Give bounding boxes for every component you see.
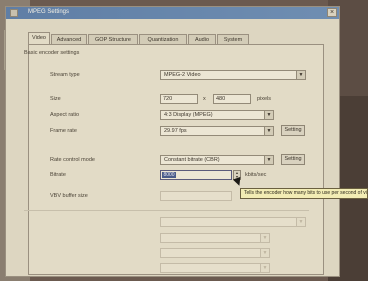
section-title: Basic encoder settings [24, 50, 80, 56]
tab-system[interactable]: System [217, 34, 249, 44]
vbv-buffer-label: VBV buffer size [50, 193, 88, 199]
frame-rate-select[interactable]: 29.97 fps ▼ [160, 126, 274, 136]
bitrate-input[interactable]: 8000 [160, 170, 232, 180]
aspect-ratio-select[interactable]: 4:3 Display (MPEG) ▼ [160, 110, 274, 120]
tab-quantization[interactable]: Quantization [139, 34, 187, 44]
height-field[interactable]: 480 [213, 94, 251, 104]
chevron-down-icon: ▼ [260, 264, 269, 272]
disabled-select[interactable]: ▼ [160, 217, 306, 227]
disabled-select[interactable]: ▼ [160, 263, 270, 273]
close-button[interactable]: × [327, 8, 337, 17]
chevron-down-icon: ▼ [264, 111, 273, 119]
rate-control-label: Rate control mode [50, 157, 95, 163]
rate-control-select[interactable]: Constant bitrate (CBR) ▼ [160, 155, 274, 165]
size-separator: x [203, 96, 206, 102]
rate-control-setting-button[interactable]: Setting [281, 154, 305, 165]
stream-type-value: MPEG-2 Video [164, 72, 201, 78]
chevron-down-icon: ▼ [296, 71, 305, 79]
chevron-down-icon: ▼ [260, 234, 269, 242]
aspect-ratio-label: Aspect ratio [50, 112, 80, 118]
disabled-select[interactable]: ▼ [160, 233, 270, 243]
chevron-down-icon: ▼ [260, 249, 269, 257]
chevron-down-icon: ▼ [264, 156, 273, 164]
size-label: Size [50, 96, 61, 102]
chevron-down-icon: ▼ [264, 127, 273, 135]
size-unit: pixels [257, 96, 272, 102]
section-divider [24, 210, 309, 211]
tab-audio[interactable]: Audio [188, 34, 216, 44]
frame-rate-label: Frame rate [50, 128, 77, 134]
frame-rate-setting-button[interactable]: Setting [281, 125, 305, 136]
bitrate-label: Bitrate [50, 172, 66, 178]
bitrate-value: 8000 [162, 172, 176, 178]
app-icon [10, 9, 18, 17]
width-field[interactable]: 720 [160, 94, 198, 104]
window-title: MPEG Settings [28, 9, 70, 15]
vbv-buffer-field[interactable] [160, 191, 232, 201]
aspect-ratio-value: 4:3 Display (MPEG) [164, 112, 213, 118]
tab-gop-structure[interactable]: GOP Structure [88, 34, 138, 44]
stream-type-label: Stream type [50, 72, 80, 78]
chevron-down-icon: ▼ [296, 218, 305, 226]
tab-advanced[interactable]: Advanced [51, 34, 87, 44]
disabled-select[interactable]: ▼ [160, 248, 270, 258]
title-bar[interactable]: MPEG Settings × [6, 7, 339, 19]
bitrate-tooltip: Tells the encoder how many bits to use p… [240, 188, 368, 199]
frame-rate-value: 29.97 fps [164, 128, 187, 134]
stream-type-select[interactable]: MPEG-2 Video ▼ [160, 70, 306, 80]
bitrate-unit: kbits/sec [245, 172, 267, 178]
rate-control-value: Constant bitrate (CBR) [164, 157, 220, 163]
